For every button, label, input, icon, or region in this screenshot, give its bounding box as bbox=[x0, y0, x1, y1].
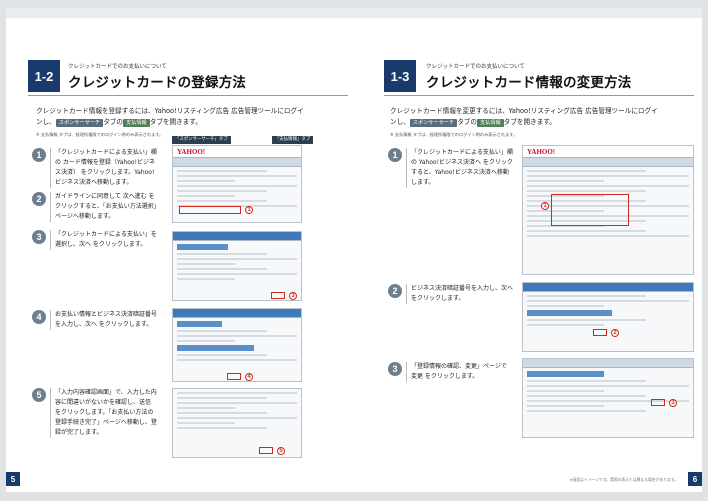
section-subtitle: クレジットカードでのお支払いについて bbox=[68, 64, 167, 70]
section-title: クレジットカード情報の変更方法 bbox=[426, 75, 632, 91]
lead-line-1: クレジットカード情報を変更するには、Yahoo!リスティング広告 広告管理ツール… bbox=[390, 107, 658, 115]
step-number: 2 bbox=[388, 284, 402, 298]
screenshot-registered-info: 3 bbox=[522, 358, 694, 438]
section-number-badge: 1-2 bbox=[28, 60, 60, 92]
note-text: ※ 支払情報 タブは、経理所権限でのログイン時のみ表示されます。 bbox=[36, 132, 164, 137]
step-text: 「登録情報の確認、変更」ページで 変更 をクリックします。 bbox=[406, 362, 514, 382]
section-title: クレジットカードの登録方法 bbox=[68, 75, 247, 91]
lead-text: タブを開きます。 bbox=[149, 118, 202, 126]
title-rule bbox=[384, 95, 694, 96]
lead-line-2: ンし、 スポンサーサーチ タブの 支払情報 タブを開きます。 bbox=[390, 117, 700, 128]
sponsor-search-tab-tag: スポンサーサーチ bbox=[55, 119, 104, 127]
step-number: 5 bbox=[32, 388, 46, 402]
step-text: ビジネス決済暗証番号を入力し、次へ をクリックします。 bbox=[406, 284, 514, 304]
title-rule bbox=[28, 95, 348, 96]
sponsor-search-tab-callout: 「スポンサーサーチ」タブ bbox=[172, 136, 231, 144]
highlight-box bbox=[593, 329, 607, 336]
yahoo-logo: YAHOO! bbox=[527, 148, 556, 156]
screenshot-ad-manager: YAHOO! 1 bbox=[522, 145, 694, 275]
lead-text: タブの bbox=[103, 118, 123, 126]
step-number: 3 bbox=[388, 362, 402, 376]
step-text: ガイドラインに同意して 次へ進む をクリックすると、「お支払い方法選択」ページへ… bbox=[50, 192, 158, 222]
screenshot-payment-info: 4 bbox=[172, 308, 302, 382]
marker-2: 2 bbox=[611, 329, 619, 337]
marker-1: 1 bbox=[541, 202, 549, 210]
screenshot-ad-manager: YAHOO! 1 bbox=[172, 145, 302, 223]
lead-text: タブの bbox=[457, 118, 477, 126]
screenshot-pin-entry: 2 bbox=[522, 282, 694, 352]
left-page: 1-2 クレジットカードでのお支払いについて クレジットカードの登録方法 クレジ… bbox=[6, 8, 354, 492]
marker-3: 3 bbox=[289, 292, 297, 300]
step-text: 「クレジットカードによる支払い」欄の Yahoo!ビジネス決済へ をクリックする… bbox=[406, 148, 514, 188]
highlight-box bbox=[179, 206, 241, 214]
payment-info-tab-tag: 支払情報 bbox=[122, 119, 150, 127]
step-number: 1 bbox=[388, 148, 402, 162]
lead-paragraph: クレジットカード情報を登録するには、Yahoo!リスティング広告 広告管理ツール… bbox=[36, 106, 352, 128]
document-spread: 1-2 クレジットカードでのお支払いについて クレジットカードの登録方法 クレジ… bbox=[0, 0, 708, 501]
page-number-left: 5 bbox=[6, 472, 20, 486]
lead-text: タブを開きます。 bbox=[503, 118, 556, 126]
lead-text: ンし、 bbox=[36, 118, 56, 126]
right-page: 1-3 クレジットカードでのお支払いについて クレジットカード情報の変更方法 ク… bbox=[354, 8, 702, 492]
marker-5: 5 bbox=[277, 447, 285, 455]
highlight-box bbox=[259, 447, 273, 454]
screenshot-payment-method: 3 bbox=[172, 231, 302, 301]
step-text: 「入力内容確認画面」で、入力した内容に間違いがないかを確認し、送信 をクリックし… bbox=[50, 388, 158, 438]
highlight-box bbox=[227, 373, 241, 380]
marker-3: 3 bbox=[669, 399, 677, 407]
lead-paragraph: クレジットカード情報を変更するには、Yahoo!リスティング広告 広告管理ツール… bbox=[390, 106, 700, 128]
highlight-box bbox=[271, 292, 285, 299]
lead-text: ンし、 bbox=[390, 118, 410, 126]
section-subtitle: クレジットカードでのお支払いについて bbox=[426, 64, 525, 70]
section-number-badge: 1-3 bbox=[384, 60, 416, 92]
footer-note: ※画面はイメージです。実際の表示とは異なる場合があります。 bbox=[569, 477, 678, 482]
payment-info-tab-callout: 「支払情報」タブ bbox=[272, 136, 314, 144]
step-text: 「クレジットカードによる支払い」を選択し、次へ をクリックします。 bbox=[50, 230, 158, 250]
payment-info-tab-tag: 支払情報 bbox=[476, 119, 504, 127]
step-number: 3 bbox=[32, 230, 46, 244]
marker-1: 1 bbox=[245, 206, 253, 214]
step-number: 4 bbox=[32, 310, 46, 324]
marker-4: 4 bbox=[245, 373, 253, 381]
highlight-box bbox=[551, 194, 629, 226]
sponsor-search-tab-tag: スポンサーサーチ bbox=[409, 119, 458, 127]
screenshot-confirmation: 5 bbox=[172, 388, 302, 458]
step-number: 2 bbox=[32, 192, 46, 206]
step-text: 「クレジットカードによる支払い」欄の カード情報を登録（Yahoo!ビジネス決済… bbox=[50, 148, 158, 188]
step-number: 1 bbox=[32, 148, 46, 162]
yahoo-logo: YAHOO! bbox=[177, 148, 206, 156]
lead-line-1: クレジットカード情報を登録するには、Yahoo!リスティング広告 広告管理ツール… bbox=[36, 107, 304, 115]
note-text: ※ 支払情報 タブは、経理所権限でのログイン時のみ表示されます。 bbox=[390, 132, 518, 137]
highlight-box bbox=[651, 399, 665, 406]
step-text: お支払い情報とビジネス決済暗証番号を入力し、次へ をクリックします。 bbox=[50, 310, 158, 330]
page-number-right: 6 bbox=[688, 472, 702, 486]
lead-line-2: ンし、 スポンサーサーチ タブの 支払情報 タブを開きます。 bbox=[36, 117, 352, 128]
